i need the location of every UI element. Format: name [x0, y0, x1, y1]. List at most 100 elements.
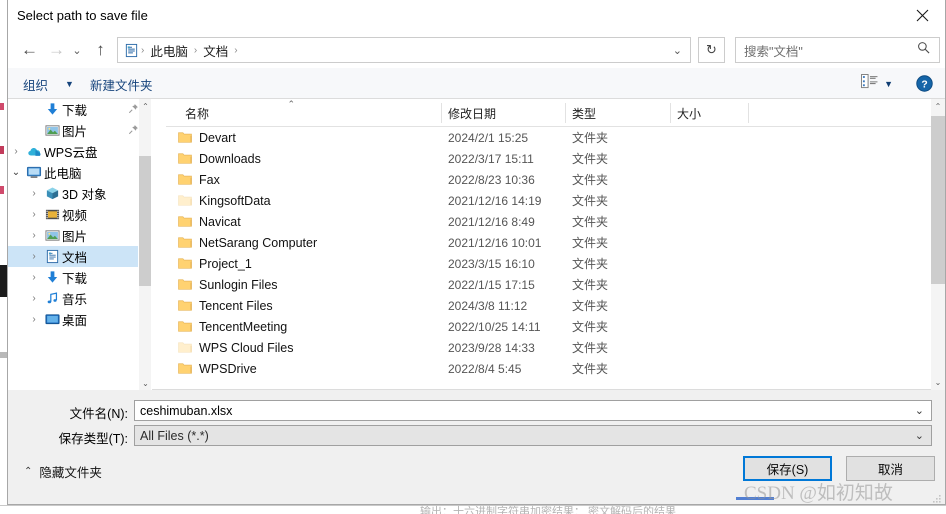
- chevron-right-icon[interactable]: ›: [8, 146, 24, 157]
- filename-chevron-down-icon[interactable]: ⌄: [915, 404, 924, 417]
- hide-folders-toggle[interactable]: ⌃ 隐藏文件夹: [24, 462, 102, 481]
- column-divider[interactable]: [565, 103, 566, 123]
- filetype-select[interactable]: All Files (*.*) ⌄: [134, 425, 932, 446]
- address-chevron-down-icon[interactable]: ⌄: [673, 44, 682, 57]
- file-date-cell: 2023/3/15 16:10: [448, 256, 535, 271]
- sidebar-item-2[interactable]: › WPS云盘: [8, 141, 151, 162]
- file-name-label: Project_1: [199, 256, 252, 271]
- back-icon[interactable]: ←: [17, 37, 42, 63]
- table-row[interactable]: Fax 2022/8/23 10:36 文件夹: [166, 169, 945, 190]
- chevron-right-icon[interactable]: ›: [26, 251, 42, 262]
- organize-caret-down-icon[interactable]: ▼: [65, 79, 74, 89]
- dialog-title: Select path to save file: [17, 8, 148, 23]
- file-date-cell: 2022/3/17 15:11: [448, 151, 534, 166]
- resize-grip[interactable]: [932, 491, 942, 503]
- search-input[interactable]: 搜索"文档": [735, 37, 940, 63]
- table-row[interactable]: KingsoftData 2021/12/16 14:19 文件夹: [166, 190, 945, 211]
- table-row[interactable]: WPS Cloud Files 2023/9/28 14:33 文件夹: [166, 337, 945, 358]
- table-row[interactable]: Downloads 2022/3/17 15:11 文件夹: [166, 148, 945, 169]
- sidebar-scroll-down-icon[interactable]: ⌄: [139, 376, 151, 390]
- table-row[interactable]: Project_1 2023/3/15 16:10 文件夹: [166, 253, 945, 274]
- sidebar-item-5[interactable]: › 视频: [8, 204, 151, 225]
- sidebar-item-4[interactable]: › 3D 对象: [8, 183, 151, 204]
- column-divider[interactable]: [748, 103, 749, 123]
- file-list-scrollbar-thumb[interactable]: [931, 116, 945, 284]
- table-row[interactable]: Sunlogin Files 2022/1/15 17:15 文件夹: [166, 274, 945, 295]
- forward-icon[interactable]: →: [44, 37, 69, 63]
- close-icon[interactable]: [899, 0, 945, 31]
- file-name-cell: Sunlogin Files: [178, 278, 278, 292]
- organize-button[interactable]: 组织: [23, 75, 48, 94]
- sidebar-item-8[interactable]: › 下载: [8, 267, 151, 288]
- breadcrumb-item-this-pc[interactable]: 此电脑: [146, 41, 192, 60]
- chevron-right-icon[interactable]: ›: [26, 209, 42, 220]
- file-name-label: WPS Cloud Files: [199, 340, 294, 355]
- sidebar-item-7[interactable]: › 文档: [8, 246, 151, 267]
- chevron-right-icon[interactable]: ›: [26, 314, 42, 325]
- list-scroll-down-icon[interactable]: ⌄: [931, 375, 945, 390]
- sidebar-item-label: 3D 对象: [62, 188, 107, 202]
- sidebar-item-3[interactable]: ⌄ 此电脑: [8, 162, 151, 183]
- view-options[interactable]: ▼: [861, 74, 893, 94]
- breadcrumb-separator: ›: [141, 44, 145, 56]
- file-name-label: KingsoftData: [199, 193, 271, 208]
- file-name-cell: WPSDrive: [178, 362, 257, 376]
- folder-icon: [178, 236, 192, 249]
- filename-label: 文件名(N):: [69, 407, 128, 421]
- table-row[interactable]: TencentMeeting 2022/10/25 14:11 文件夹: [166, 316, 945, 337]
- chevron-right-icon[interactable]: ›: [26, 230, 42, 241]
- file-name-cell: Navicat: [178, 215, 241, 229]
- file-name-label: TencentMeeting: [199, 319, 288, 334]
- breadcrumb-separator: ›: [234, 44, 238, 56]
- sidebar-item-10[interactable]: › 桌面: [8, 309, 151, 330]
- column-header-0[interactable]: 名称: [178, 105, 441, 122]
- address-bar[interactable]: › 此电脑 › 文档 › ⌄: [117, 37, 691, 63]
- file-list-scrollbar[interactable]: ⌃ ⌄: [931, 99, 945, 390]
- sidebar-scroll-up-icon[interactable]: ⌃: [139, 99, 151, 113]
- view-layout-icon[interactable]: [861, 74, 878, 94]
- file-date-cell: 2021/12/16 14:19: [448, 193, 542, 208]
- up-icon[interactable]: ↑: [88, 37, 113, 63]
- filetype-chevron-down-icon[interactable]: ⌄: [915, 429, 924, 442]
- file-name-label: Navicat: [199, 214, 241, 229]
- sidebar-scrollbar[interactable]: ⌃ ⌄: [138, 99, 151, 390]
- help-icon[interactable]: ?: [916, 75, 933, 92]
- sidebar-item-1[interactable]: 图片: [8, 120, 151, 141]
- sidebar-item-6[interactable]: › 图片: [8, 225, 151, 246]
- breadcrumb-item-documents[interactable]: 文档: [199, 41, 232, 60]
- table-row[interactable]: NetSarang Computer 2021/12/16 10:01 文件夹: [166, 232, 945, 253]
- sidebar-item-9[interactable]: › 音乐: [8, 288, 151, 309]
- file-date-cell: 2021/12/16 10:01: [448, 235, 542, 250]
- file-type-cell: 文件夹: [572, 152, 609, 166]
- sidebar-item-0[interactable]: 下载: [8, 99, 151, 120]
- filename-value: ceshimuban.xlsx: [140, 403, 233, 418]
- background-dark-block: [0, 265, 7, 297]
- column-divider[interactable]: [441, 103, 442, 123]
- table-row[interactable]: Navicat 2021/12/16 8:49 文件夹: [166, 211, 945, 232]
- file-name-label: NetSarang Computer: [199, 235, 318, 250]
- background-accent-3: [0, 186, 4, 194]
- refresh-icon[interactable]: ↻: [698, 37, 725, 63]
- filename-field[interactable]: ceshimuban.xlsx ⌄: [134, 400, 932, 421]
- chevron-right-icon[interactable]: ›: [26, 272, 42, 283]
- view-caret-down-icon[interactable]: ▼: [884, 79, 893, 89]
- column-header-3[interactable]: 大小: [670, 105, 748, 122]
- table-row[interactable]: Tencent Files 2024/3/8 11:12 文件夹: [166, 295, 945, 316]
- file-name-cell: Downloads: [178, 152, 261, 166]
- list-scroll-up-icon[interactable]: ⌃: [931, 99, 945, 114]
- column-header-2[interactable]: 类型: [565, 105, 670, 122]
- recent-locations-chevron-down-icon[interactable]: ⌄: [68, 37, 86, 63]
- folder-icon: [178, 152, 192, 165]
- table-row[interactable]: Devart 2024/2/1 15:25 文件夹: [166, 127, 945, 148]
- save-button[interactable]: 保存(S): [743, 456, 832, 481]
- table-row[interactable]: WPSDrive 2022/8/4 5:45 文件夹: [166, 358, 945, 379]
- sidebar-scrollbar-thumb[interactable]: [139, 156, 151, 286]
- chevron-down-icon[interactable]: ⌄: [8, 167, 24, 178]
- chevron-right-icon[interactable]: ›: [26, 188, 42, 199]
- column-header-1[interactable]: 修改日期: [441, 105, 565, 122]
- folder-icon: [178, 215, 192, 228]
- column-divider[interactable]: [670, 103, 671, 123]
- chevron-right-icon[interactable]: ›: [26, 293, 42, 304]
- cancel-button[interactable]: 取消: [846, 456, 935, 481]
- new-folder-button[interactable]: 新建文件夹: [90, 75, 153, 94]
